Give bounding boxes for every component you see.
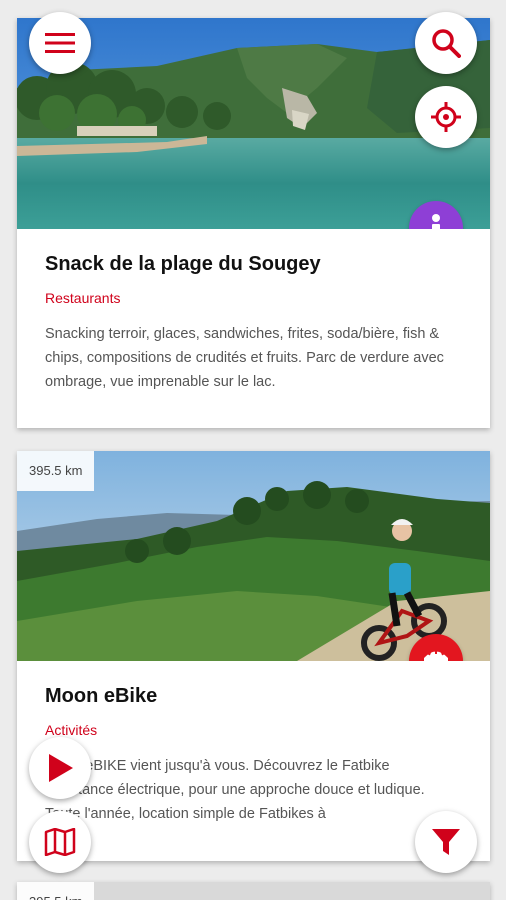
place-photo: 395.5 km <box>17 882 490 900</box>
card-description: Snacking terroir, glaces, sandwiches, fr… <box>45 326 444 390</box>
info-icon <box>432 214 440 229</box>
search-icon <box>432 29 461 58</box>
place-card[interactable]: 395.5 km <box>17 882 490 900</box>
filter-icon <box>432 829 460 855</box>
menu-button[interactable] <box>29 12 91 74</box>
card-title[interactable]: Moon eBike <box>45 685 462 708</box>
play-icon <box>49 754 73 782</box>
crosshair-icon <box>431 102 461 132</box>
card-body: Snack de la plage du Sougey Restaurants … <box>17 229 490 394</box>
card-category: Activités <box>45 722 98 738</box>
cyclist-helmet-icon <box>424 648 448 661</box>
card-title[interactable]: Snack de la plage du Sougey <box>45 253 462 276</box>
locate-button[interactable] <box>415 86 477 148</box>
filter-button[interactable] <box>415 811 477 873</box>
card-body: Moon eBike Activités Moon eBIKE vient ju… <box>17 661 490 826</box>
distance-label: 395.5 km <box>17 451 95 491</box>
distance-label: 395.5 km <box>17 882 95 900</box>
map-icon <box>44 828 76 856</box>
play-button[interactable] <box>29 737 91 799</box>
search-button[interactable] <box>415 12 477 74</box>
card-category: Restaurants <box>45 290 121 306</box>
place-card[interactable]: 395.5 km Moon eBike Activités Moon eBIKE… <box>17 451 490 861</box>
card-description: Moon eBIKE vient jusqu'à vous. Découvrez… <box>45 758 425 822</box>
menu-icon <box>45 33 75 53</box>
map-button[interactable] <box>29 811 91 873</box>
place-photo-ebike: 395.5 km <box>17 451 490 661</box>
place-card[interactable]: Snack de la plage du Sougey Restaurants … <box>17 18 490 428</box>
